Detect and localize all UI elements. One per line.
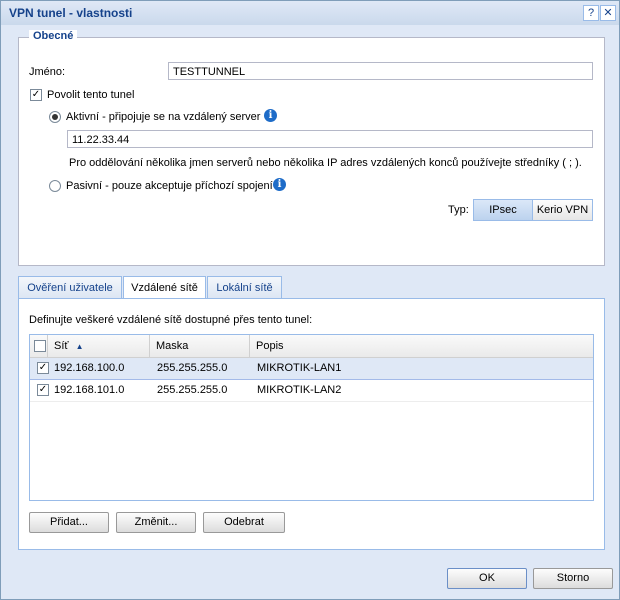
edit-button[interactable]: Změnit... — [116, 512, 196, 533]
enable-tunnel-label: Povolit tento tunel — [47, 89, 135, 101]
server-input[interactable]: 11.22.33.44 — [67, 130, 593, 148]
select-all-header[interactable] — [30, 335, 48, 357]
help-icon[interactable]: ? — [583, 5, 599, 21]
grid-header: Síť ▲ Maska Popis — [30, 335, 593, 358]
column-header-network[interactable]: Síť ▲ — [48, 335, 150, 357]
sort-ascending-icon: ▲ — [75, 342, 84, 351]
column-header-mask[interactable]: Maska — [150, 335, 250, 357]
network-column-label: Síť — [54, 340, 69, 352]
type-label: Typ: — [448, 204, 469, 216]
remote-networks-description: Definujte veškeré vzdálené sítě dostupné… — [29, 314, 313, 326]
description-cell: MIKROTIK-LAN2 — [257, 384, 342, 396]
enable-tunnel-checkbox[interactable]: ✓ — [30, 89, 42, 101]
name-label: Jméno: — [29, 66, 66, 78]
active-mode-label: Aktivní - připojuje se na vzdálený serve… — [66, 111, 261, 123]
active-mode-radio[interactable] — [49, 111, 61, 123]
tab-local-networks[interactable]: Lokální sítě — [207, 276, 282, 299]
title-bar: VPN tunel - vlastnosti ? ✕ — [1, 1, 619, 25]
passive-mode-radio[interactable] — [49, 180, 61, 192]
cancel-button[interactable]: Storno — [533, 568, 613, 589]
server-hint: Pro oddělování několika jmen serverů neb… — [69, 157, 582, 169]
description-cell: MIKROTIK-LAN1 — [257, 362, 342, 374]
close-icon[interactable]: ✕ — [600, 5, 616, 21]
passive-mode-label: Pasivní - pouze akceptuje příchozí spoje… — [66, 180, 273, 192]
remote-networks-grid: Síť ▲ Maska Popis ✓ 192.168.100.0 255.25… — [29, 334, 594, 501]
name-input[interactable]: TESTTUNNEL — [168, 62, 593, 80]
tab-remote-networks[interactable]: Vzdálené sítě — [123, 276, 206, 300]
column-header-description[interactable]: Popis — [250, 335, 593, 357]
tab-user-auth[interactable]: Ověření uživatele — [18, 276, 122, 299]
window-title: VPN tunel - vlastnosti — [9, 6, 133, 20]
table-row[interactable]: ✓ 192.168.101.0 255.255.255.0 MIKROTIK-L… — [30, 380, 593, 402]
network-cell: 192.168.100.0 — [54, 362, 125, 374]
info-icon[interactable]: i — [273, 178, 286, 191]
ok-button[interactable]: OK — [447, 568, 527, 589]
general-legend: Obecné — [29, 30, 78, 42]
select-all-checkbox[interactable] — [34, 340, 46, 352]
type-kerio-vpn-button[interactable]: Kerio VPN — [532, 199, 593, 221]
mask-cell: 255.255.255.0 — [157, 362, 228, 374]
type-ipsec-button[interactable]: IPsec — [473, 199, 533, 221]
dialog-window: VPN tunel - vlastnosti ? ✕ Obecné Jméno:… — [0, 0, 620, 600]
network-cell: 192.168.101.0 — [54, 384, 125, 396]
remove-button[interactable]: Odebrat — [203, 512, 285, 533]
mask-cell: 255.255.255.0 — [157, 384, 228, 396]
table-row[interactable]: ✓ 192.168.100.0 255.255.255.0 MIKROTIK-L… — [30, 358, 593, 380]
info-icon[interactable]: i — [264, 109, 277, 122]
add-button[interactable]: Přidat... — [29, 512, 109, 533]
